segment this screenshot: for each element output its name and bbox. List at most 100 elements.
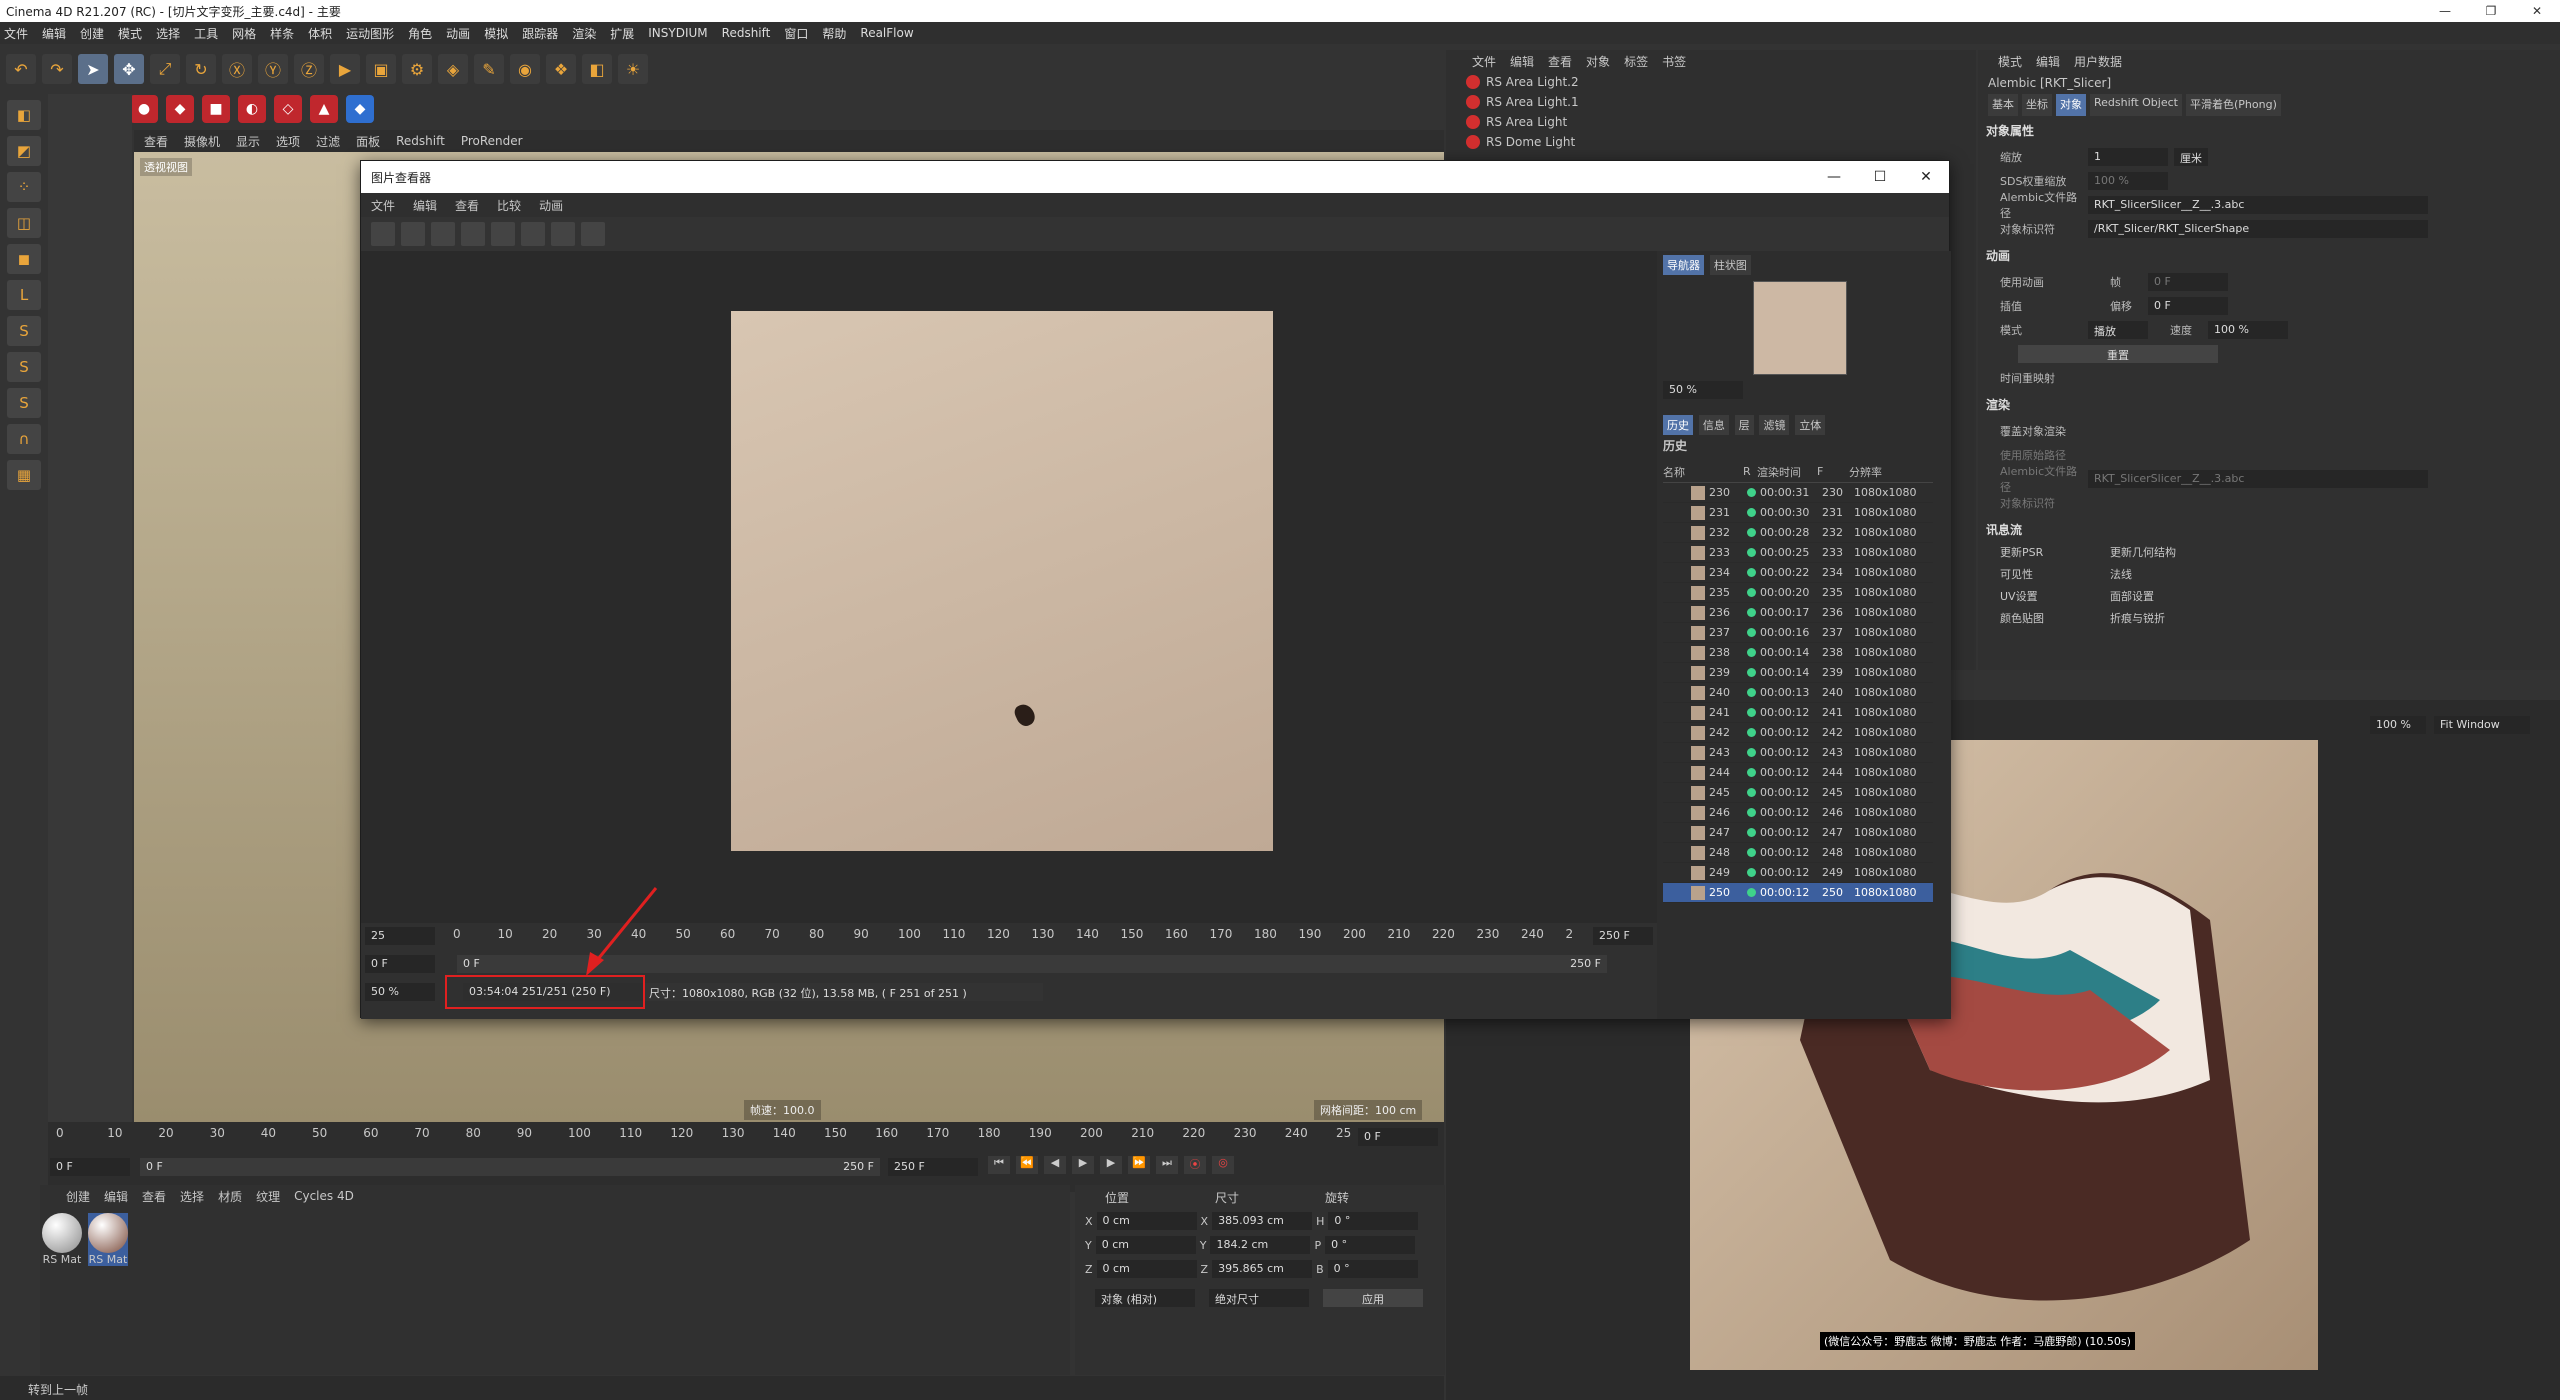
scale-unit-select[interactable]: 厘米	[2174, 148, 2208, 166]
menu-item[interactable]: INSYDIUM	[648, 26, 707, 40]
edges-mode-icon[interactable]: ◫	[7, 208, 41, 238]
material-menu-item[interactable]: 创建	[66, 1188, 90, 1205]
coord-rotation-field[interactable]: 0 °	[1325, 1236, 1416, 1254]
open-icon[interactable]	[371, 222, 395, 246]
soft-selection-icon[interactable]: S	[7, 388, 41, 418]
rotate-tool-icon[interactable]: ↻	[186, 54, 216, 84]
material-menu-item[interactable]: 材质	[218, 1188, 242, 1205]
mode-select[interactable]: 播放	[2088, 321, 2148, 339]
menu-item[interactable]: 扩展	[610, 25, 634, 42]
cloner-icon[interactable]: ❖	[546, 54, 576, 84]
object-menu-item[interactable]: 书签	[1662, 53, 1686, 70]
menu-item[interactable]: 文件	[4, 25, 28, 42]
stream-flag[interactable]: 法线	[2110, 566, 2220, 582]
subdivision-icon[interactable]: ◉	[510, 54, 540, 84]
coords-size-mode-select[interactable]: 绝对尺寸	[1209, 1289, 1309, 1307]
viewport-menu-item[interactable]: ProRender	[461, 134, 523, 148]
coord-position-field[interactable]: 0 cm	[1095, 1236, 1196, 1254]
pv-tl-left-field[interactable]: 25	[365, 927, 435, 945]
menu-item[interactable]: 动画	[446, 25, 470, 42]
path-field[interactable]: RKT_SlicerSlicer__Z__.3.abc	[2088, 196, 2428, 214]
axis-y-icon[interactable]: Ⓨ	[258, 54, 288, 84]
viewport-menu-item[interactable]: 面板	[356, 133, 380, 150]
workplane-icon[interactable]: ▦	[7, 460, 41, 490]
scale-field[interactable]: 1	[2088, 148, 2168, 166]
prev-frame-icon[interactable]: ◀	[1044, 1156, 1066, 1174]
menu-item[interactable]: RealFlow	[860, 26, 913, 40]
pv-menu-item[interactable]: 比较	[497, 197, 521, 214]
pv-frame-field[interactable]: 0 F	[365, 955, 435, 973]
attr-menu-mode[interactable]: 模式	[1998, 53, 2022, 70]
offset-field[interactable]: 0 F	[2148, 297, 2228, 315]
rs-proxy-icon[interactable]: ◇	[274, 95, 302, 123]
coord-rotation-field[interactable]: 0 °	[1328, 1212, 1419, 1230]
frame-field[interactable]: 0 F	[2148, 273, 2228, 291]
object-menu-item[interactable]: 文件	[1472, 53, 1496, 70]
menu-item[interactable]: 角色	[408, 25, 432, 42]
history-row[interactable]: 237 00:00:16 237 1080x1080	[1663, 623, 1933, 643]
go-start-icon[interactable]: ⏮	[988, 1156, 1010, 1174]
pv-menu-item[interactable]: 动画	[539, 197, 563, 214]
magnet-icon[interactable]: ∩	[7, 424, 41, 454]
history-row[interactable]: 241 00:00:12 241 1080x1080	[1663, 703, 1933, 723]
compare-b-icon[interactable]	[551, 222, 575, 246]
coord-position-field[interactable]: 0 cm	[1096, 1260, 1197, 1278]
autokey-icon[interactable]: ◎	[1212, 1156, 1234, 1174]
prev-key-icon[interactable]: ⏪	[1016, 1156, 1038, 1174]
timeline-start-field[interactable]: 0 F	[50, 1158, 130, 1176]
stream-flag[interactable]: UV设置	[2000, 588, 2110, 604]
pv-tl-end[interactable]: 250 F	[1593, 927, 1653, 945]
stream-flag[interactable]: 面部设置	[2110, 588, 2220, 604]
next-key-icon[interactable]: ⏩	[1128, 1156, 1150, 1174]
coord-size-field[interactable]: 385.093 cm	[1212, 1212, 1313, 1230]
material-swatch[interactable]: RS Mat	[88, 1213, 128, 1266]
override-render-label[interactable]: 覆盖对象渲染	[1978, 423, 2278, 439]
menu-item[interactable]: 样条	[270, 25, 294, 42]
channel-icon[interactable]	[581, 222, 605, 246]
timeline-end-field[interactable]: 250 F	[888, 1158, 978, 1176]
play-icon[interactable]: ▶	[1072, 1156, 1094, 1174]
viewport-menu-item[interactable]: 过滤	[316, 133, 340, 150]
menu-item[interactable]: 渲染	[572, 25, 596, 42]
render-zoom[interactable]: 100 %	[2370, 716, 2426, 734]
cube-icon[interactable]: ◈	[438, 54, 468, 84]
object-menu-item[interactable]: 标签	[1624, 53, 1648, 70]
viewport-menu-item[interactable]: Redshift	[396, 134, 445, 148]
light-icon[interactable]: ☀	[618, 54, 648, 84]
history-row[interactable]: 247 00:00:12 247 1080x1080	[1663, 823, 1933, 843]
axis-z-icon[interactable]: Ⓩ	[294, 54, 324, 84]
pv-maximize-button[interactable]: ☐	[1857, 169, 1903, 185]
undo-icon[interactable]: ↶	[6, 54, 36, 84]
ident-field[interactable]: /RKT_Slicer/RKT_SlicerShape	[2088, 220, 2428, 238]
texture-mode-icon[interactable]: ◩	[7, 136, 41, 166]
attr-menu-edit[interactable]: 编辑	[2036, 53, 2060, 70]
select-tool-icon[interactable]: ➤	[78, 54, 108, 84]
rs-environment-icon[interactable]: ◐	[238, 95, 266, 123]
go-end-icon[interactable]: ⏭	[1156, 1156, 1178, 1174]
camera-icon[interactable]: ◧	[582, 54, 612, 84]
timeline-range[interactable]: 0 F 250 F	[140, 1158, 880, 1176]
history-row[interactable]: 240 00:00:13 240 1080x1080	[1663, 683, 1933, 703]
rs-camera-icon[interactable]: ●	[130, 95, 158, 123]
history-row[interactable]: 248 00:00:12 248 1080x1080	[1663, 843, 1933, 863]
scale-tool-icon[interactable]: ⤢	[150, 54, 180, 84]
sds-field[interactable]: 100 %	[2088, 172, 2168, 190]
pv-tab-filter[interactable]: 滤镜	[1759, 415, 1790, 435]
pv-tab-stereo[interactable]: 立体	[1795, 415, 1826, 435]
redo-icon[interactable]: ↷	[42, 54, 72, 84]
attr-menu-userdata[interactable]: 用户数据	[2074, 53, 2122, 70]
axis-x-icon[interactable]: Ⓧ	[222, 54, 252, 84]
stream-flag[interactable]: 折痕与锐折	[2110, 610, 2220, 626]
history-row[interactable]: 231 00:00:30 231 1080x1080	[1663, 503, 1933, 523]
object-menu-item[interactable]: 编辑	[1510, 53, 1534, 70]
stream-flag[interactable]: 更新PSR	[2000, 544, 2110, 560]
region-icon[interactable]	[491, 222, 515, 246]
render-settings-icon[interactable]: ⚙	[402, 54, 432, 84]
pv-tab-layer[interactable]: 层	[1734, 415, 1754, 435]
menu-item[interactable]: 创建	[80, 25, 104, 42]
coord-size-field[interactable]: 184.2 cm	[1210, 1236, 1311, 1254]
pv-tab-history[interactable]: 历史	[1663, 415, 1693, 435]
menu-item[interactable]: 模式	[118, 25, 142, 42]
history-row[interactable]: 243 00:00:12 243 1080x1080	[1663, 743, 1933, 763]
crop-icon[interactable]	[461, 222, 485, 246]
